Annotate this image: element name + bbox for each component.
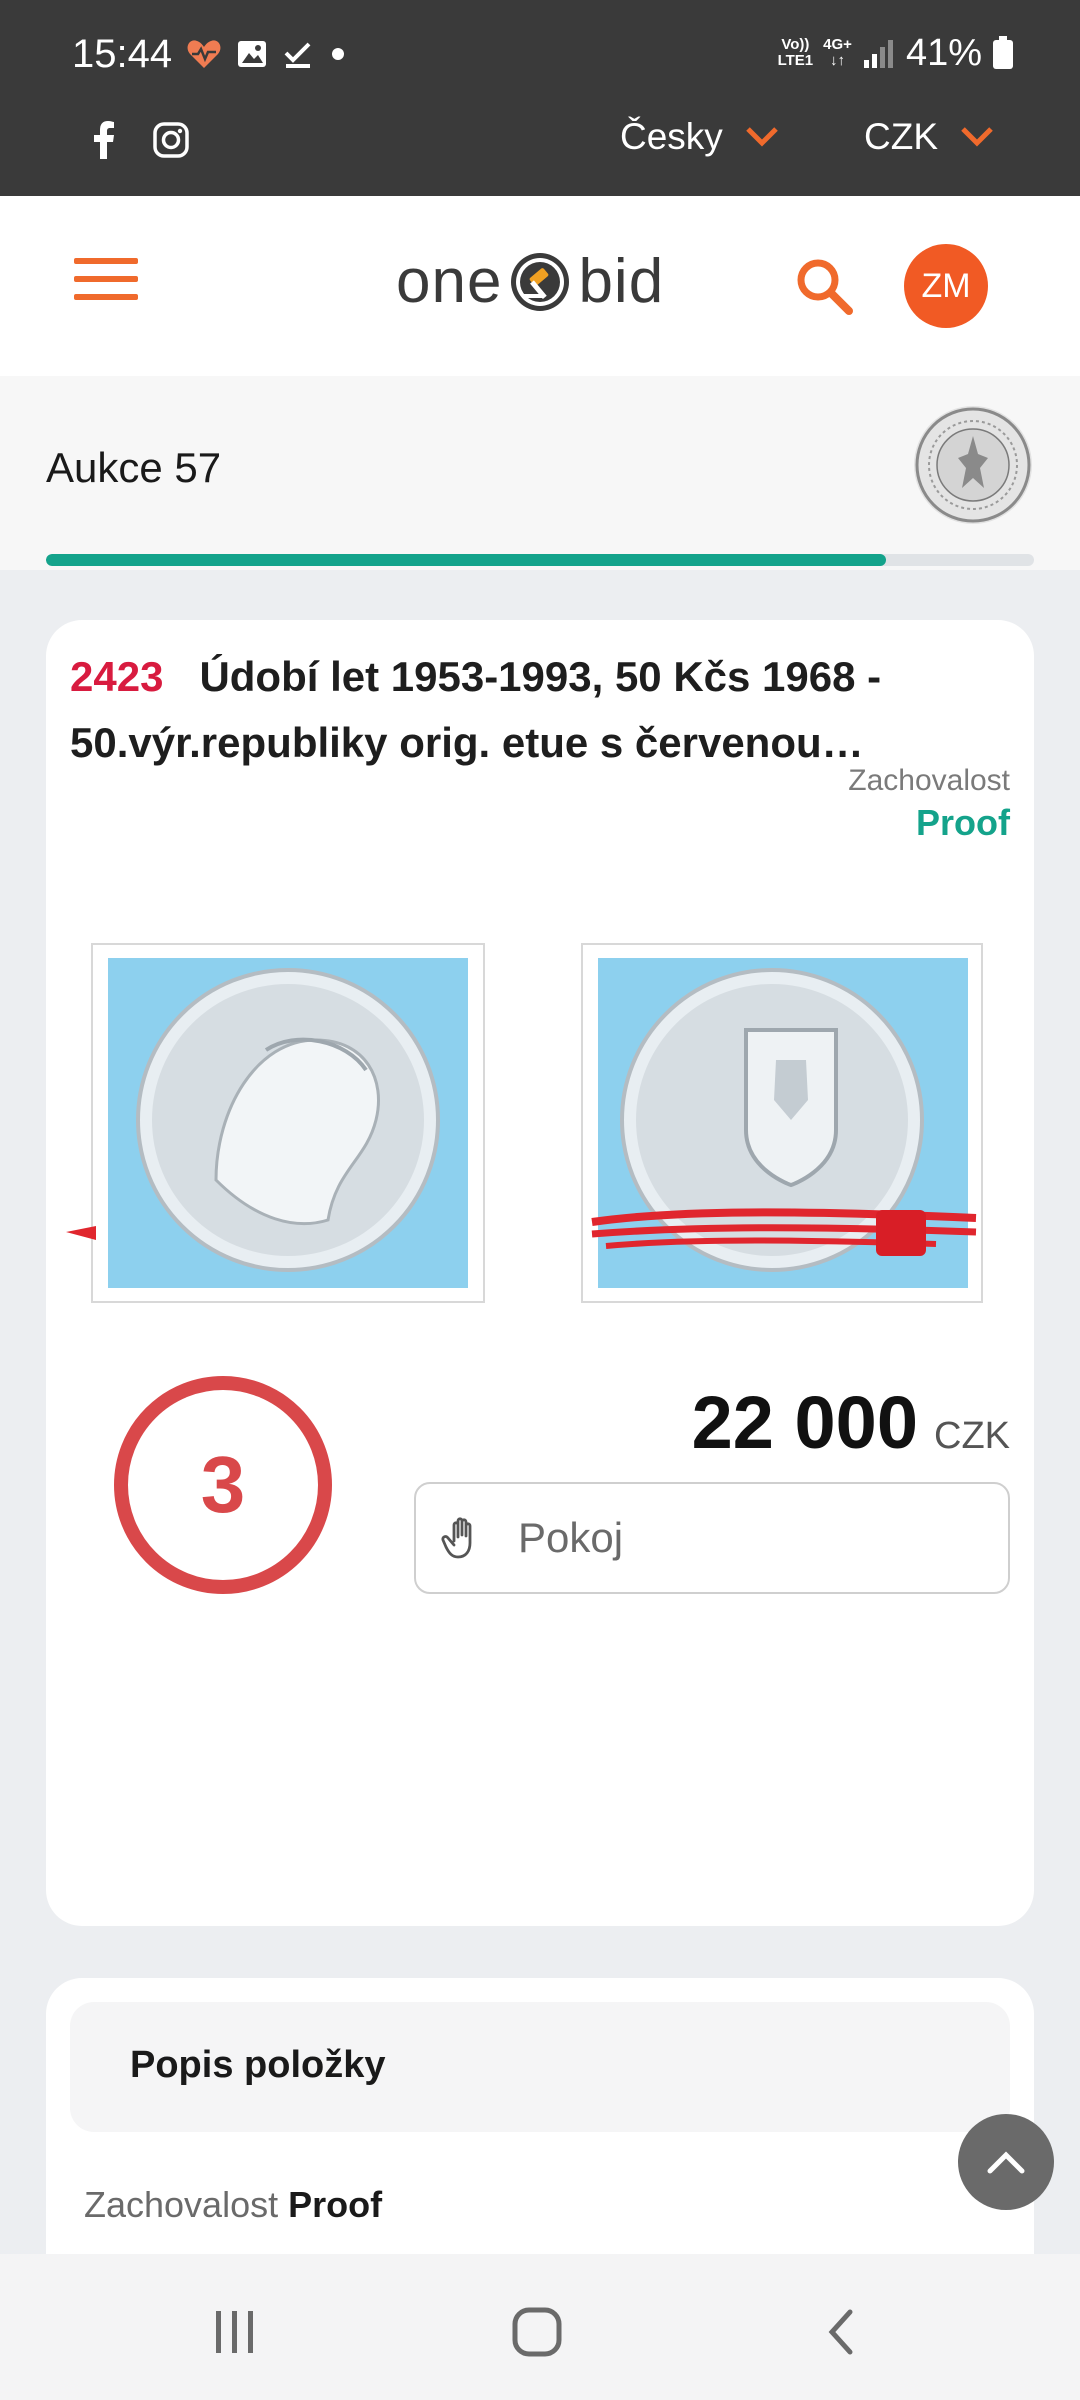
system-navigation-bar <box>0 2254 1080 2400</box>
instagram-icon[interactable] <box>149 118 193 162</box>
onebid-logo[interactable]: one bid <box>396 246 664 317</box>
price-currency: CZK <box>934 1415 1010 1457</box>
search-icon[interactable] <box>794 256 856 318</box>
coin-reverse-photo[interactable] <box>576 930 996 1310</box>
bid-input[interactable] <box>516 1513 980 1563</box>
lot-number: 2423 <box>70 653 164 700</box>
auction-title: Aukce 57 <box>46 444 222 491</box>
chevron-up-icon <box>987 2151 1025 2174</box>
gallery-icon <box>238 41 266 67</box>
hand-icon <box>441 1517 472 1559</box>
lte-label: LTE1 <box>777 52 814 69</box>
lot-title-text: Údobí let 1953-1993, 50 Kčs 1968 - 50.vý… <box>70 653 882 766</box>
volte-indicator: Vo)) LTE1 <box>778 37 814 69</box>
description-title: Popis položky <box>130 2044 386 2086</box>
logo-text-right: bid <box>578 247 665 316</box>
currency-label: CZK <box>864 116 938 157</box>
volte-label: Vo)) <box>781 36 810 53</box>
network-type-label: 4G+ <box>823 36 852 53</box>
recent-apps-icon[interactable] <box>200 2304 270 2360</box>
system-icons: Vo)) LTE1 4G+ ↓↑ 41% <box>778 34 1014 72</box>
description-condition: Zachovalost Proof <box>84 2184 382 2226</box>
condition-value: Proof <box>916 802 1010 843</box>
gavel-logo-icon <box>511 252 570 311</box>
status-time: 15:44 <box>72 32 173 76</box>
chevron-down-icon <box>746 127 778 147</box>
data-arrows-icon: ↓↑ <box>830 52 846 69</box>
facebook-icon[interactable] <box>82 118 126 162</box>
countdown-badge: 3 <box>114 1376 332 1594</box>
back-icon[interactable] <box>806 2304 876 2360</box>
scroll-to-top-button[interactable] <box>958 2114 1054 2210</box>
auction-seal-image[interactable] <box>914 406 1032 524</box>
description-card: Popis položky Zachovalost Proof <box>46 1978 1034 2278</box>
language-label: Česky <box>620 116 723 157</box>
current-price: 22 000 CZK <box>692 1380 1010 1465</box>
currency-select[interactable]: CZK <box>864 116 994 158</box>
coin-obverse-photo[interactable] <box>66 930 486 1310</box>
logo-text-left: one <box>396 247 503 316</box>
description-condition-label: Zachovalost <box>84 2184 279 2225</box>
battery-percent: 41% <box>905 32 982 74</box>
status-bar: 15:44 Vo)) LTE1 4G+ ↓↑ 41% <box>0 0 1080 88</box>
language-select[interactable]: Česky <box>620 116 779 158</box>
dot-icon <box>332 48 344 60</box>
network-type: 4G+ ↓↑ <box>823 37 852 69</box>
auction-header: Aukce 57 <box>0 376 1080 570</box>
price-amount: 22 000 <box>691 1381 918 1464</box>
auction-progress-bar <box>46 554 1034 566</box>
health-icon <box>187 40 221 68</box>
bid-input-field[interactable] <box>414 1482 1010 1594</box>
chevron-down-icon <box>961 127 993 147</box>
description-header[interactable]: Popis položky <box>70 2002 1010 2132</box>
auction-progress-fill <box>46 554 886 566</box>
description-condition-value: Proof <box>288 2184 383 2225</box>
lot-title[interactable]: 2423 Údobí let 1953-1993, 50 Kčs 1968 - 5… <box>70 644 1010 776</box>
battery-icon <box>993 36 1013 69</box>
check-icon <box>284 42 311 68</box>
site-header: one bid ZM <box>0 196 1080 376</box>
lot-card[interactable]: 2423 Údobí let 1953-1993, 50 Kčs 1968 - 5… <box>46 620 1034 1926</box>
condition-label: Zachovalost <box>848 764 1010 797</box>
notification-icons <box>186 38 348 70</box>
signal-icon <box>863 40 893 68</box>
top-bar: Česky CZK <box>0 88 1080 196</box>
hamburger-menu-icon[interactable] <box>74 258 138 312</box>
user-avatar[interactable]: ZM <box>904 244 988 328</box>
home-icon[interactable] <box>502 2304 572 2360</box>
